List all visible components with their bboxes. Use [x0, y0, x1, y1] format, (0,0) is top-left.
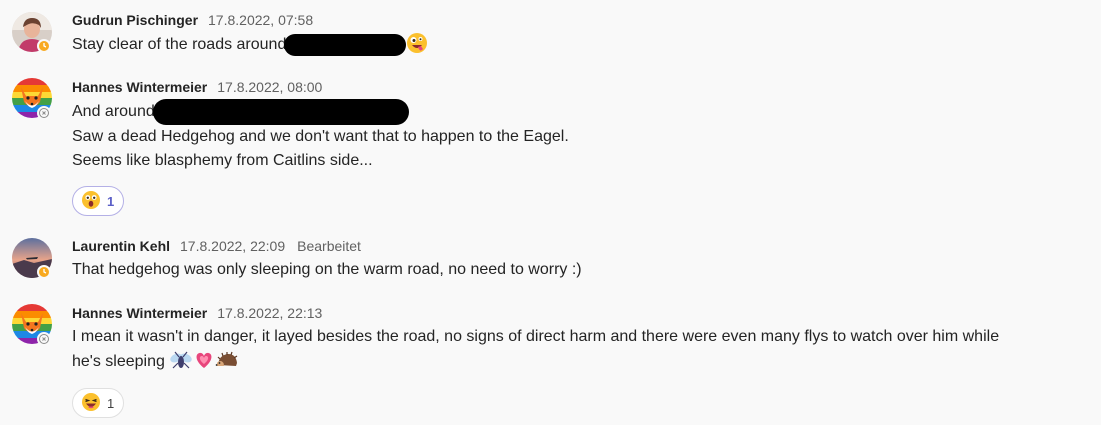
- reaction-count: 1: [107, 395, 115, 411]
- message-body: And around Saw a dead Hedgehog and we do…: [72, 99, 569, 173]
- message-header: Gudrun Pischinger 17.8.2022, 07:58: [72, 11, 313, 29]
- hedgehog-icon: [215, 349, 239, 379]
- message-header: Hannes Wintermeier 17.8.2022, 22:13: [72, 304, 322, 322]
- author-name[interactable]: Hannes Wintermeier: [72, 79, 207, 95]
- reaction-button[interactable]: 1: [72, 186, 124, 216]
- author-name[interactable]: Hannes Wintermeier: [72, 305, 207, 321]
- fly-icon: [169, 349, 193, 379]
- growing-heart-icon: [193, 349, 215, 379]
- message-text: Seems like blasphemy from Caitlins side.…: [72, 152, 373, 169]
- surprised-face-icon: [81, 190, 101, 213]
- message-text: That hedgehog was only sleeping on the w…: [72, 261, 582, 278]
- message-body: That hedgehog was only sleeping on the w…: [72, 258, 582, 282]
- author-name[interactable]: Gudrun Pischinger: [72, 12, 198, 28]
- message-text: he's sleeping: [72, 353, 165, 370]
- reaction-button[interactable]: 1: [72, 388, 124, 418]
- timestamp: 17.8.2022, 22:09: [180, 238, 286, 254]
- timestamp: 17.8.2022, 08:00: [217, 79, 323, 95]
- timestamp: 17.8.2022, 22:13: [217, 305, 323, 321]
- message-text: Stay clear of the roads around: [72, 36, 287, 53]
- presence-offline-icon: [37, 106, 51, 120]
- zany-face-icon: [406, 32, 428, 62]
- author-name[interactable]: Laurentin Kehl: [72, 238, 170, 254]
- edited-label: Bearbeitet: [297, 238, 361, 254]
- presence-offline-icon: [37, 332, 51, 346]
- laughing-face-icon: [81, 392, 101, 415]
- message-text: Saw a dead Hedgehog and we don't want th…: [72, 128, 569, 145]
- message-header: Hannes Wintermeier 17.8.2022, 08:00: [72, 78, 322, 96]
- redaction-mark: [152, 99, 409, 125]
- presence-away-icon: [37, 39, 51, 53]
- message-body: Stay clear of the roads around: [72, 32, 428, 62]
- timestamp: 17.8.2022, 07:58: [208, 12, 314, 28]
- presence-away-icon: [37, 265, 51, 279]
- message-body: I mean it wasn't in danger, it layed bes…: [72, 325, 999, 379]
- redaction-mark: [284, 33, 407, 56]
- reaction-count: 1: [107, 193, 115, 209]
- message-text: And around: [72, 103, 155, 121]
- message-header: Laurentin Kehl 17.8.2022, 22:09 Bearbeitet: [72, 237, 361, 255]
- message-text: I mean it wasn't in danger, it layed bes…: [72, 328, 1000, 345]
